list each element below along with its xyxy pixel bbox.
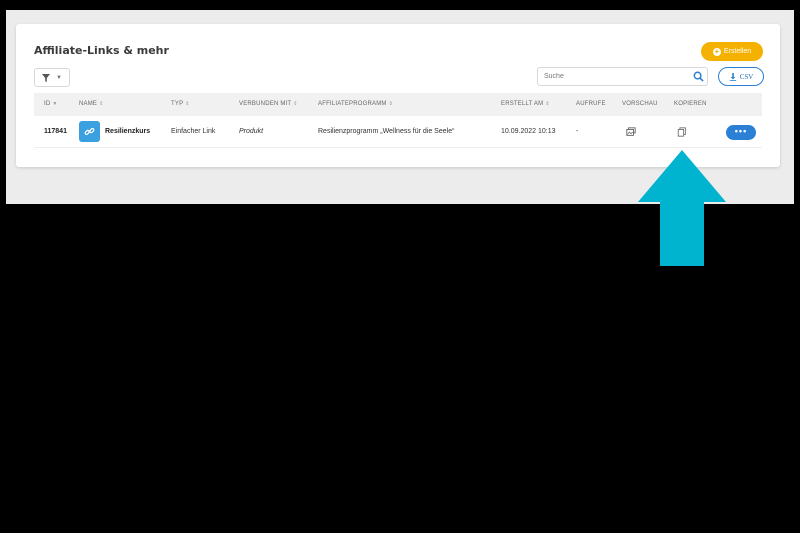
column-header-name[interactable]: NAME ⇕ — [79, 93, 104, 116]
annotation-arrow-icon — [638, 150, 726, 266]
search-icon[interactable] — [693, 71, 704, 82]
row-type: Einfacher Link — [171, 128, 216, 135]
sort-icon: ⇕ — [99, 101, 104, 107]
sort-icon: ⇕ — [545, 101, 550, 107]
row-connected: Produkt — [239, 128, 264, 135]
table-row: 117841 Resilienzkurs Einfacher Link Prod… — [34, 116, 762, 148]
chevron-down-icon: ▼ — [56, 74, 62, 81]
column-header-type[interactable]: TYP ⇕ — [171, 93, 190, 116]
search-input[interactable] — [537, 67, 708, 86]
row-name[interactable]: Resilienzkurs — [105, 116, 150, 148]
sort-icon: ⇕ — [185, 101, 190, 107]
sort-desc-icon: ▼ — [52, 101, 58, 107]
more-actions-button[interactable]: ••• — [726, 125, 756, 140]
plus-circle-icon: + — [712, 46, 721, 56]
row-id: 117841 — [44, 128, 67, 135]
table-header: ID ▼ NAME ⇕ TYP ⇕ VERBUNDEN MIT ⇕ AFFILIATEP… — [34, 93, 762, 116]
sort-icon: ⇕ — [293, 101, 298, 107]
row-views: - — [576, 128, 579, 135]
create-button-label: Erstellen — [723, 48, 752, 55]
column-header-preview: VORSCHAU — [622, 101, 658, 107]
download-icon — [729, 72, 736, 81]
row-program: Resilienzprogramm „Wellness für die Seel… — [318, 128, 455, 135]
column-header-views: AUFRUFE — [576, 101, 606, 107]
column-header-connected[interactable]: VERBUNDEN MIT ⇕ — [239, 93, 298, 116]
link-icon — [79, 121, 100, 142]
create-button[interactable]: + Erstellen — [701, 42, 763, 61]
csv-export-button[interactable]: CSV — [718, 67, 764, 86]
row-created: 10.09.2022 10:13 — [501, 128, 556, 135]
page-title: Affiliate-Links & mehr — [34, 44, 169, 57]
column-header-created[interactable]: ERSTELLT AM ⇕ — [501, 93, 550, 116]
column-header-copy: KOPIEREN — [674, 101, 707, 107]
filter-dropdown[interactable]: ▼ — [34, 68, 70, 87]
csv-label: CSV — [739, 72, 754, 81]
links-card: Affiliate-Links & mehr + Erstellen ▼ CSV… — [16, 24, 780, 167]
column-header-program[interactable]: AFFILIATEPROGRAMM ⇕ — [318, 93, 393, 116]
column-header-id[interactable]: ID ▼ — [44, 93, 58, 116]
copy-icon[interactable] — [677, 127, 687, 137]
sort-icon: ⇕ — [388, 101, 394, 107]
preview-icon[interactable] — [626, 127, 636, 137]
filter-icon — [42, 73, 51, 82]
